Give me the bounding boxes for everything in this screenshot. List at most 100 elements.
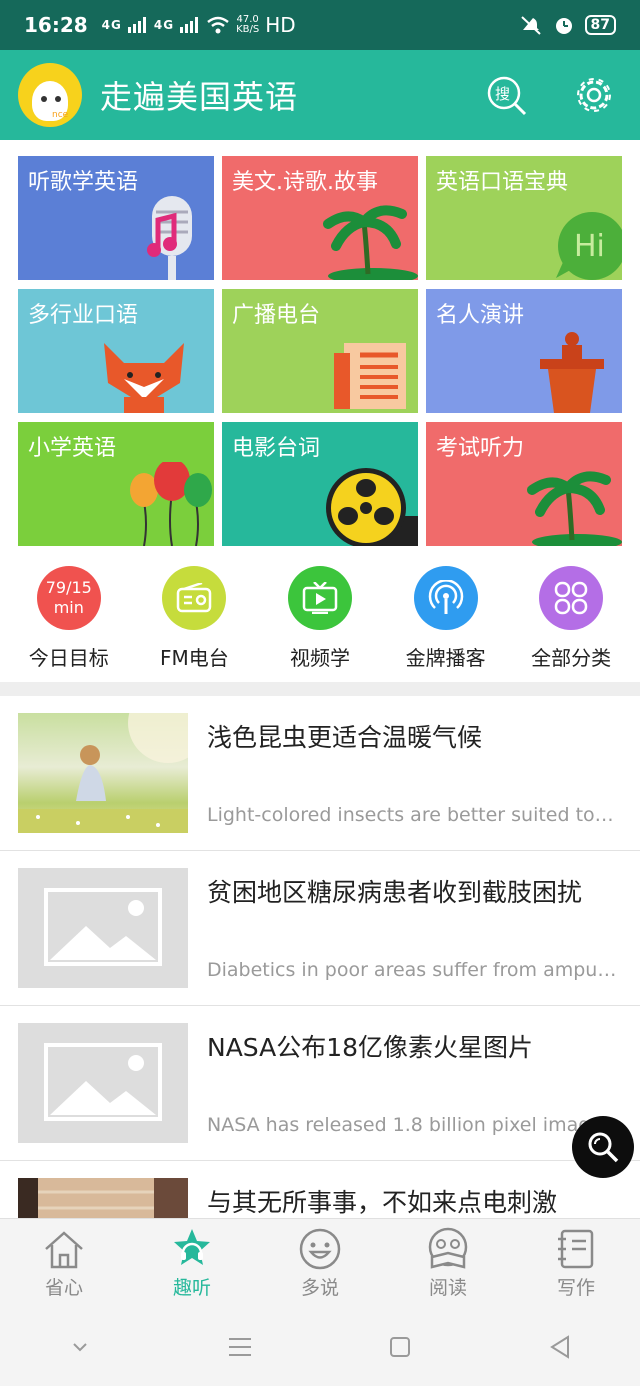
tab-read[interactable]: 阅读 (398, 1219, 498, 1308)
tile-movie-lines[interactable]: 电影台词 (222, 422, 418, 546)
palm-tree-icon (323, 205, 418, 280)
tile-songs[interactable]: 听歌学英语 (18, 156, 214, 280)
category-grid: 听歌学英语 美文.诗歌.故事 英语口语宝典 Hi 多行业口语 广播电台 名人演讲… (18, 156, 622, 546)
back-triangle-icon (550, 1335, 569, 1359)
list-item[interactable]: 浅色昆虫更适合温暖气候 Light-colored insects are be… (0, 696, 640, 851)
list-item[interactable]: 与其无所事事，不如来点电刺激 (0, 1161, 640, 1218)
article-thumbnail (18, 1178, 188, 1218)
shortcut-label: 全部分类 (531, 646, 612, 670)
app-title: 走遍美国英语 (100, 78, 299, 116)
article-thumbnail (18, 1023, 188, 1143)
signal-bars-icon (180, 17, 199, 33)
avatar-eyes-icon: nce (41, 96, 69, 120)
alarm-icon (555, 18, 572, 34)
list-item[interactable]: 贫困地区糖尿病患者收到截肢困扰 Diabetics in poor areas … (0, 851, 640, 1006)
square-icon (390, 1337, 410, 1357)
girl-in-meadow-image (18, 713, 188, 833)
menu-button[interactable] (210, 1327, 270, 1367)
home-icon (45, 1231, 83, 1269)
shortcut-label: 今日目标 (28, 646, 109, 670)
fox-icon (104, 343, 184, 413)
shortcut-all-categories[interactable]: 全部分类 (516, 566, 626, 680)
tile-industry-oral[interactable]: 多行业口语 (18, 289, 214, 413)
tile-exam-listening[interactable]: 考试听力 (426, 422, 622, 546)
smile-icon (299, 1228, 341, 1270)
balloons-icon (130, 462, 212, 546)
tile-radio-station[interactable]: 广播电台 (222, 289, 418, 413)
back-button[interactable] (530, 1327, 590, 1367)
image-placeholder-icon (44, 888, 162, 966)
tile-oral-dictionary[interactable]: 英语口语宝典 Hi (426, 156, 622, 280)
shortcut-row: 79/15 min 今日目标 FM电台 视频学 金牌播客 全部分类 (0, 566, 640, 680)
shortcut-fm-radio[interactable]: FM电台 (139, 566, 249, 680)
radio-icon (177, 583, 212, 613)
article-title: 与其无所事事，不如来点电刺激 (207, 1188, 558, 1217)
system-nav-bar (0, 1308, 640, 1386)
daily-goal-badge: 79/15 min (36, 566, 101, 630)
wifi-icon (207, 16, 229, 34)
shortcut-video[interactable]: 视频学 (265, 566, 375, 680)
reading-face-icon (428, 1227, 468, 1269)
search-icon: 搜 (487, 76, 527, 116)
bottom-nav: 省心 趣听 多说 阅读 写作 (0, 1218, 640, 1308)
tile-speeches[interactable]: 名人演讲 (426, 289, 622, 413)
menu-icon (229, 1338, 251, 1356)
article-title: NASA公布18亿像素火星图片 (207, 1033, 534, 1062)
clover-icon (554, 581, 588, 615)
status-time: 16:28 (24, 13, 88, 37)
search-button[interactable]: 搜 (486, 75, 527, 116)
search-icon (588, 1132, 619, 1163)
svg-text:nce: nce (52, 110, 69, 120)
tile-primary-english[interactable]: 小学英语 (18, 422, 214, 546)
floating-search-button[interactable] (572, 1116, 634, 1178)
svg-text:Hi: Hi (574, 229, 605, 264)
shortcut-label: 视频学 (289, 646, 350, 670)
app-header: nce 走遍美国英语 搜 (0, 50, 640, 140)
gear-icon (577, 78, 611, 112)
svg-text:搜: 搜 (495, 85, 510, 103)
chevron-down-icon (73, 1343, 87, 1352)
room-photo-image (18, 1178, 188, 1218)
tab-speak[interactable]: 多说 (270, 1219, 370, 1308)
podium-icon (540, 332, 604, 413)
film-reel-icon (326, 468, 418, 546)
podcast-icon (428, 580, 463, 614)
tab-home[interactable]: 省心 (14, 1219, 114, 1308)
network-speed: 47.0 KB/S (236, 14, 260, 35)
newspaper-icon (334, 343, 406, 409)
settings-button[interactable] (572, 73, 616, 117)
shortcut-label: FM电台 (160, 646, 229, 670)
status-bar: 16:28 4G 4G 47.0 KB/S HD 87 (0, 0, 640, 50)
article-title: 浅色昆虫更适合温暖气候 (207, 723, 483, 752)
microphone-music-icon (147, 196, 192, 280)
tv-icon (302, 582, 338, 614)
home-button[interactable] (370, 1327, 430, 1367)
signal-4g-2: 4G (153, 18, 175, 32)
hd-indicator: HD (265, 13, 296, 37)
battery-indicator: 87 (584, 15, 616, 35)
article-subtitle: Diabetics in poor areas suffer from ampu… (207, 959, 617, 981)
image-placeholder-icon (44, 1043, 162, 1121)
shortcut-podcast[interactable]: 金牌播客 (391, 566, 501, 680)
shortcut-label: 金牌播客 (405, 646, 486, 670)
headphones-star-icon (174, 1229, 210, 1265)
tab-write[interactable]: 写作 (526, 1219, 626, 1308)
list-item[interactable]: NASA公布18亿像素火星图片 NASA has released 1.8 bi… (0, 1006, 640, 1161)
article-thumbnail (18, 868, 188, 988)
tile-poetry[interactable]: 美文.诗歌.故事 (222, 156, 418, 280)
article-thumbnail (18, 713, 188, 833)
article-title: 贫困地区糖尿病患者收到截肢困扰 (207, 878, 583, 907)
section-divider (0, 682, 640, 696)
article-subtitle: NASA has released 1.8 billion pixel imag… (207, 1114, 617, 1136)
notebook-icon (558, 1229, 594, 1269)
avatar[interactable]: nce (18, 63, 82, 127)
tab-listen[interactable]: 趣听 (142, 1219, 242, 1308)
article-subtitle: Light-colored insects are better suited … (207, 804, 617, 826)
signal-4g-1: 4G (101, 18, 122, 32)
hi-bubble-icon: Hi (556, 212, 622, 280)
article-list: 浅色昆虫更适合温暖气候 Light-colored insects are be… (0, 696, 640, 1218)
vibrate-mute-icon (520, 16, 541, 35)
shortcut-daily-goal[interactable]: 79/15 min 今日目标 (14, 566, 124, 680)
collapse-button[interactable] (50, 1327, 110, 1367)
palm-tree-icon (527, 471, 622, 546)
